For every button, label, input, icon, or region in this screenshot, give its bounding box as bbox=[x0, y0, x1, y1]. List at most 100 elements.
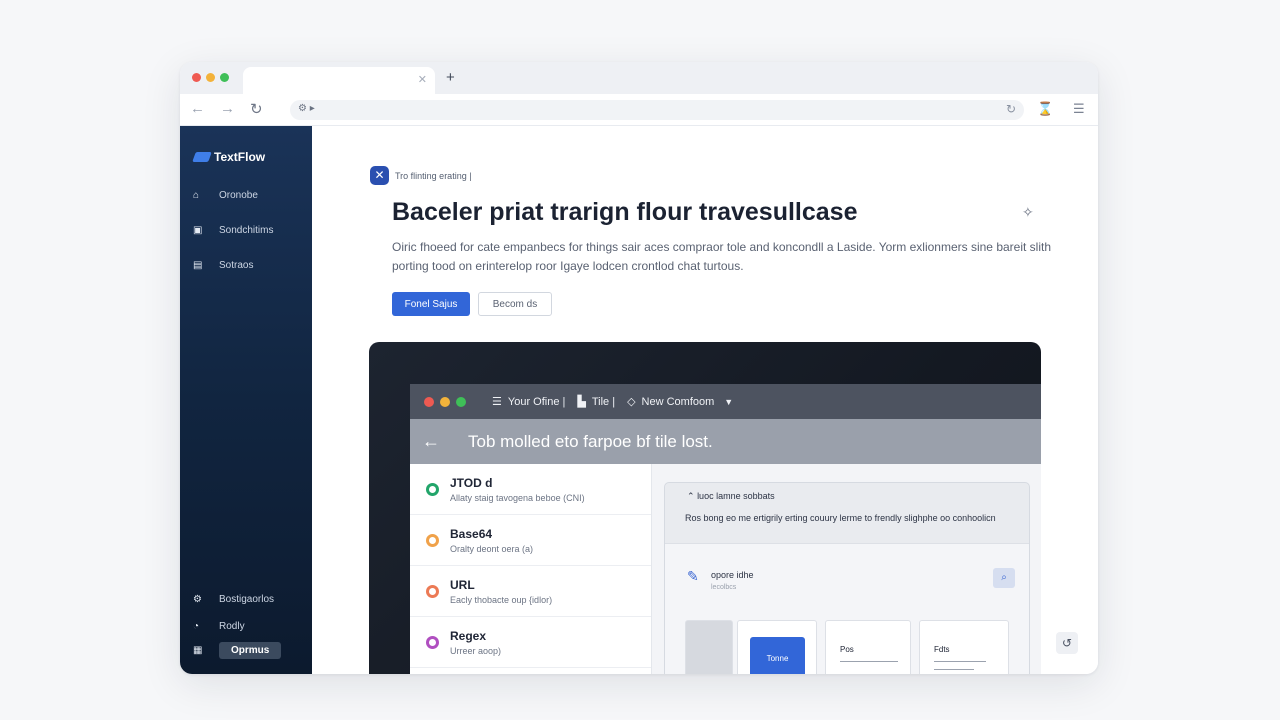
app-banner: ← Tob molled eto farpoe bf tile lost. bbox=[410, 419, 1041, 464]
menu-icon[interactable]: ☰ bbox=[1073, 101, 1085, 117]
app-close-dot bbox=[424, 396, 434, 407]
app-title-tile[interactable]: Tile | bbox=[592, 396, 615, 408]
back-arrow-icon[interactable]: ← bbox=[422, 431, 452, 452]
status-dot-icon bbox=[426, 636, 439, 649]
new-tab-button[interactable]: + bbox=[446, 69, 455, 86]
primary-button[interactable]: Fonel Sajus bbox=[392, 292, 470, 316]
browser-window: ✕ + ← → ↻ ⚙ ▸ ↻ ⌛ ☰ TextFlow ⌂ Oronobe ▣… bbox=[180, 62, 1098, 674]
search-icon[interactable]: ⌕ bbox=[993, 568, 1015, 588]
card-button[interactable]: Tonne bbox=[750, 637, 805, 674]
card[interactable]: Fdts bbox=[919, 620, 1009, 674]
address-refresh-icon[interactable]: ↻ bbox=[1006, 102, 1016, 116]
address-bar[interactable]: ⚙ ▸ ↻ bbox=[290, 100, 1024, 120]
sidebar-item-label: Bostigaorlos bbox=[219, 594, 275, 605]
drop-icon: ◇ bbox=[627, 396, 636, 408]
list-item[interactable]: Base64 Oralty deont oera (a) bbox=[410, 515, 651, 566]
tile-icon: ▙ bbox=[577, 396, 586, 408]
divider bbox=[934, 661, 986, 662]
list-item[interactable]: Regex Urreer aoop) bbox=[410, 617, 651, 668]
list-item[interactable]: URL Eacly thobacte oup {idlor) bbox=[410, 566, 651, 617]
site-info-icon[interactable]: ⚙ ▸ bbox=[298, 103, 315, 114]
pencil-icon[interactable]: ✎ bbox=[687, 568, 699, 585]
app-preview: ☰ Your Ofine | ▙ Tile | ◇ New Comfoom ▼ … bbox=[410, 384, 1041, 674]
app-logo-icon: ✕ bbox=[370, 166, 389, 185]
app-title-new[interactable]: New Comfoom bbox=[642, 396, 715, 408]
sidebar-item-label: Rodly bbox=[219, 621, 245, 632]
app-maximize-dot bbox=[456, 396, 466, 407]
sidebar-item-rodly[interactable]: ◔ Rodly bbox=[193, 621, 245, 632]
hero-headline: Baceler priat trarign flour travesullcas… bbox=[392, 198, 858, 226]
placeholder-card bbox=[685, 620, 733, 674]
browser-toolbar: ← → ↻ ⚙ ▸ ↻ ⌛ ☰ bbox=[180, 94, 1098, 126]
status-dot-icon bbox=[426, 534, 439, 547]
detail-editor: ✎ opore idhe lecolbcs ⌕ Tonne Pos Fdts bbox=[665, 543, 1029, 674]
close-window-button[interactable] bbox=[192, 73, 201, 82]
sidebar-item-oprmus[interactable]: ▦ Oprmus bbox=[193, 642, 282, 659]
list-icon: ▤ bbox=[193, 260, 203, 271]
refresh-fab-button[interactable]: ↺ bbox=[1056, 632, 1078, 654]
detail-header-text: luoc lamne sobbats bbox=[697, 491, 775, 501]
list-item[interactable]: JTOD d Allaty staig tavogena beboe (CNI) bbox=[410, 464, 651, 515]
tool-description: Urreer aoop) bbox=[450, 646, 502, 656]
sidebar-item-label: Sondchitims bbox=[219, 225, 274, 236]
card-label: Fdts bbox=[934, 645, 950, 654]
product-showcase: ☰ Your Ofine | ▙ Tile | ◇ New Comfoom ▼ … bbox=[369, 342, 1041, 674]
home-icon: ⌂ bbox=[193, 190, 200, 201]
chevron-up-icon: ⌃ bbox=[687, 491, 695, 501]
sidebar-item-sondchitims[interactable]: ▣ Sondchitims bbox=[193, 225, 273, 236]
tool-name: Base64 bbox=[450, 527, 493, 541]
tool-description: Allaty staig tavogena beboe (CNI) bbox=[450, 493, 585, 503]
app-minimize-dot bbox=[440, 396, 450, 407]
square-icon: ▣ bbox=[193, 225, 203, 236]
sidebar-item-label: Oronobe bbox=[219, 190, 258, 201]
status-dot-icon bbox=[426, 585, 439, 598]
forward-button[interactable]: → bbox=[220, 100, 235, 117]
divider bbox=[934, 669, 974, 670]
back-button[interactable]: ← bbox=[190, 100, 205, 117]
sidebar-item-oronobe[interactable]: ⌂ Oronobe bbox=[193, 190, 258, 201]
tool-name: URL bbox=[450, 578, 475, 592]
tool-list: JTOD d Allaty staig tavogena beboe (CNI)… bbox=[410, 464, 652, 674]
brand-name: TextFlow bbox=[214, 150, 266, 164]
sidebar: TextFlow ⌂ Oronobe ▣ Sondchitims ▤ Sotra… bbox=[180, 126, 312, 674]
detail-panel: ⌃ luoc lamne sobbats Ros bong eo me erti… bbox=[664, 482, 1030, 674]
detail-header[interactable]: ⌃ luoc lamne sobbats bbox=[687, 491, 775, 502]
close-tab-icon[interactable]: ✕ bbox=[418, 73, 427, 86]
sidebar-item-sotraos[interactable]: ▤ Sotraos bbox=[193, 260, 253, 271]
brand-logo-icon bbox=[192, 152, 212, 162]
gear-icon: ⚙ bbox=[193, 594, 202, 605]
tab-bar: ✕ + bbox=[180, 62, 1098, 94]
chevron-down-icon[interactable]: ▼ bbox=[724, 397, 733, 407]
tool-name: JTOD d bbox=[450, 476, 493, 490]
status-dot-icon bbox=[426, 483, 439, 496]
sidebar-item-label: Oprmus bbox=[219, 642, 282, 659]
editor-sublabel: lecolbcs bbox=[711, 584, 737, 591]
sidebar-item-bostigaorlos[interactable]: ⚙ Bostigaorlos bbox=[193, 594, 274, 605]
extension-icon[interactable]: ⌛ bbox=[1037, 101, 1053, 117]
card[interactable]: Tonne bbox=[737, 620, 817, 674]
window-controls bbox=[192, 73, 229, 82]
app-window-controls bbox=[424, 396, 466, 407]
menu-icon[interactable]: ☰ bbox=[492, 395, 502, 408]
grid-icon: ▦ bbox=[193, 645, 203, 656]
maximize-window-button[interactable] bbox=[220, 73, 229, 82]
tool-description: Eacly thobacte oup {idlor) bbox=[450, 595, 553, 605]
minimize-window-button[interactable] bbox=[206, 73, 215, 82]
app-titlebar: ☰ Your Ofine | ▙ Tile | ◇ New Comfoom ▼ bbox=[410, 384, 1041, 419]
card-label: Pos bbox=[840, 645, 854, 654]
secondary-button[interactable]: Becom ds bbox=[478, 292, 552, 316]
browser-tab[interactable]: ✕ bbox=[243, 67, 435, 94]
editor-label: opore idhe bbox=[711, 570, 754, 580]
main-content: ✕ Tro flinting erating | Baceler priat t… bbox=[312, 126, 1098, 674]
app-title: ☰ Your Ofine | ▙ Tile | ◇ New Comfoom ▼ bbox=[492, 395, 733, 409]
brand[interactable]: TextFlow bbox=[192, 150, 266, 164]
hero-chip-text: Tro flinting erating | bbox=[395, 170, 472, 181]
hero-chip: ✕ Tro flinting erating | bbox=[370, 166, 472, 185]
app-title-file[interactable]: Your Ofine | bbox=[508, 396, 566, 408]
reload-button[interactable]: ↻ bbox=[250, 100, 263, 118]
divider bbox=[840, 661, 898, 662]
sparkle-icon: ✧ bbox=[1022, 204, 1034, 220]
detail-body: Ros bong eo me ertigrily erting couury l… bbox=[685, 513, 996, 523]
banner-text: Tob molled eto farpoe bf tile lost. bbox=[468, 431, 713, 451]
card[interactable]: Pos bbox=[825, 620, 911, 674]
